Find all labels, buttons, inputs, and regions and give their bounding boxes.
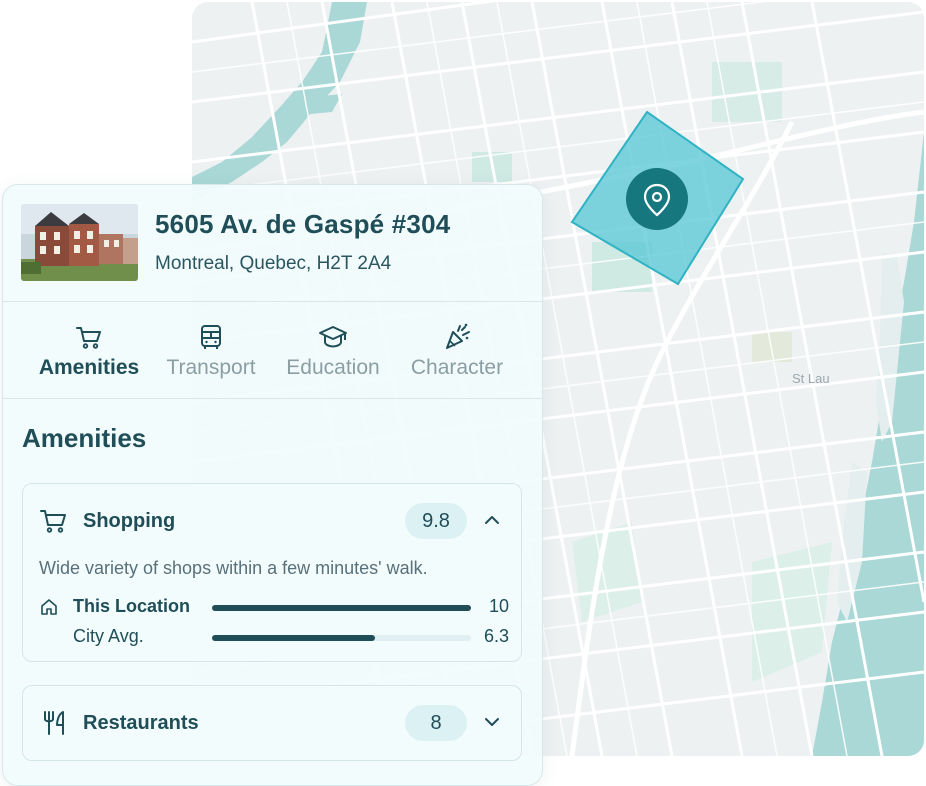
map-place-label: St Lau bbox=[792, 371, 830, 386]
category-card-shopping: Shopping 9.8 Wide variety of shops withi… bbox=[22, 483, 522, 662]
fork-knife-icon bbox=[44, 711, 64, 735]
comparison-row-this-location: This Location 10 bbox=[39, 595, 509, 619]
category-tabs: Amenities Transport Education Character bbox=[3, 302, 542, 399]
tab-character[interactable]: Character bbox=[405, 322, 509, 380]
property-header: 5605 Av. de Gaspé #304 Montreal, Quebec,… bbox=[3, 185, 542, 302]
score-bar-track bbox=[212, 635, 471, 641]
score-bar-fill bbox=[212, 605, 471, 611]
chevron-down-icon[interactable] bbox=[483, 713, 501, 731]
category-card-header[interactable]: Restaurants 8 bbox=[23, 686, 521, 760]
category-description: Wide variety of shops within a few minut… bbox=[39, 558, 428, 578]
cart-icon bbox=[40, 510, 66, 533]
graduation-cap-icon bbox=[319, 326, 347, 348]
chevron-up-icon[interactable] bbox=[483, 511, 501, 529]
tab-label: Character bbox=[410, 356, 504, 379]
property-photo bbox=[21, 204, 138, 281]
tab-label: Education bbox=[286, 356, 380, 379]
tab-amenities[interactable]: Amenities bbox=[37, 322, 141, 380]
bus-icon bbox=[201, 325, 221, 349]
location-pin-icon[interactable] bbox=[626, 168, 688, 230]
category-title: Restaurants bbox=[83, 712, 199, 734]
comparison-label: This Location bbox=[73, 596, 190, 616]
river-bank bbox=[310, 94, 342, 114]
tab-label: Transport bbox=[166, 356, 256, 379]
home-icon bbox=[41, 599, 57, 615]
comparison-label: City Avg. bbox=[73, 626, 144, 646]
property-address: 5605 Av. de Gaspé #304 bbox=[155, 209, 451, 239]
category-card-restaurants: Restaurants 8 bbox=[22, 685, 522, 761]
tab-education[interactable]: Education bbox=[281, 322, 385, 380]
category-card-header[interactable]: Shopping 9.8 bbox=[23, 484, 521, 558]
party-popper-icon bbox=[446, 323, 470, 349]
score-bar-track bbox=[212, 605, 471, 611]
category-title: Shopping bbox=[83, 510, 176, 532]
comparison-value: 6.3 bbox=[483, 626, 509, 646]
score-badge: 8 bbox=[405, 705, 467, 741]
tab-label: Amenities bbox=[38, 356, 140, 379]
score-bar-fill bbox=[212, 635, 376, 641]
comparison-row-city-avg: City Avg. 6.3 bbox=[39, 625, 509, 649]
score-badge: 9.8 bbox=[405, 503, 467, 539]
section-title: Amenities bbox=[22, 423, 147, 453]
comparison-value: 10 bbox=[488, 596, 509, 616]
property-city: Montreal, Quebec, H2T 2A4 bbox=[155, 253, 392, 274]
cart-icon bbox=[76, 327, 101, 349]
property-panel: 5605 Av. de Gaspé #304 Montreal, Quebec,… bbox=[2, 184, 543, 786]
tab-transport[interactable]: Transport bbox=[161, 322, 261, 380]
